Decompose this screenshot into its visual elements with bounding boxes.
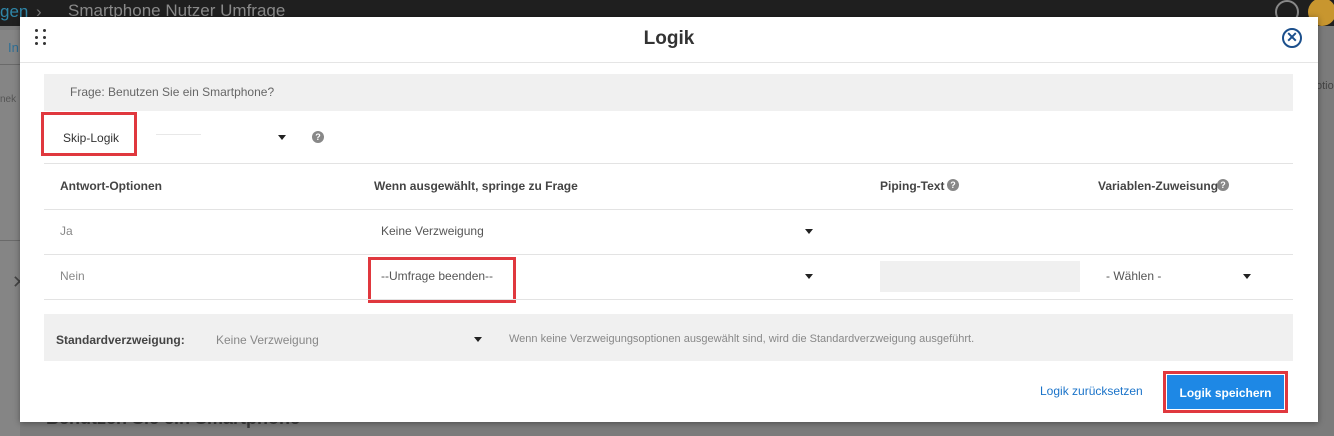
jump-select[interactable]: Keine Verzweigung [381, 224, 484, 238]
answer-option: Nein [60, 269, 85, 283]
chevron-down-icon[interactable] [278, 135, 286, 140]
table-divider [44, 163, 1293, 164]
answer-option: Ja [60, 224, 73, 238]
background-divider [0, 240, 20, 241]
question-bar: Frage: Benutzen Sie ein Smartphone? [44, 74, 1293, 111]
background-divider [0, 64, 20, 65]
variable-select[interactable]: - Wählen - [1106, 269, 1161, 283]
save-logic-button[interactable]: Logik speichern [1167, 375, 1284, 409]
help-icon[interactable]: ? [312, 131, 324, 143]
logic-type-underline [156, 134, 201, 135]
chevron-down-icon[interactable] [805, 229, 813, 234]
help-icon[interactable]: ? [1217, 179, 1229, 191]
table-divider [44, 209, 1293, 210]
reset-logic-link[interactable]: Logik zurücksetzen [1040, 384, 1143, 398]
close-icon[interactable]: ✕ [1282, 28, 1302, 48]
header-variable-assignment: Variablen-Zuweisung [1098, 179, 1219, 193]
jump-select[interactable]: --Umfrage beenden-- [381, 269, 493, 283]
modal-header: Logik ✕ [20, 17, 1318, 63]
background-right-label-partial: otio [1316, 80, 1334, 92]
chevron-down-icon[interactable] [1243, 274, 1251, 279]
help-icon[interactable]: ? [947, 179, 959, 191]
header-piping-text: Piping-Text [880, 179, 945, 193]
background-label-partial: nek [0, 94, 17, 105]
header-jump-to: Wenn ausgewählt, springe zu Frage [374, 179, 578, 193]
chevron-down-icon[interactable] [805, 274, 813, 279]
piping-text-input[interactable] [880, 261, 1080, 292]
default-branch-hint: Wenn keine Verzweigungsoptionen ausgewäh… [509, 333, 975, 345]
logic-type-select[interactable]: Skip-Logik [63, 131, 119, 145]
question-text: Frage: Benutzen Sie ein Smartphone? [70, 85, 275, 99]
background-tab-partial: In [8, 40, 19, 55]
table-divider [44, 254, 1293, 255]
background-left-strip [0, 30, 20, 436]
default-branch-label: Standardverzweigung: [56, 333, 185, 347]
default-branch-select[interactable]: Keine Verzweigung [216, 333, 319, 347]
header-answer-options: Antwort-Optionen [60, 179, 162, 193]
chevron-down-icon[interactable] [474, 337, 482, 342]
modal-title: Logik [643, 28, 695, 49]
table-divider [44, 299, 1293, 300]
logic-modal: Logik ✕ Frage: Benutzen Sie ein Smartpho… [20, 17, 1318, 422]
